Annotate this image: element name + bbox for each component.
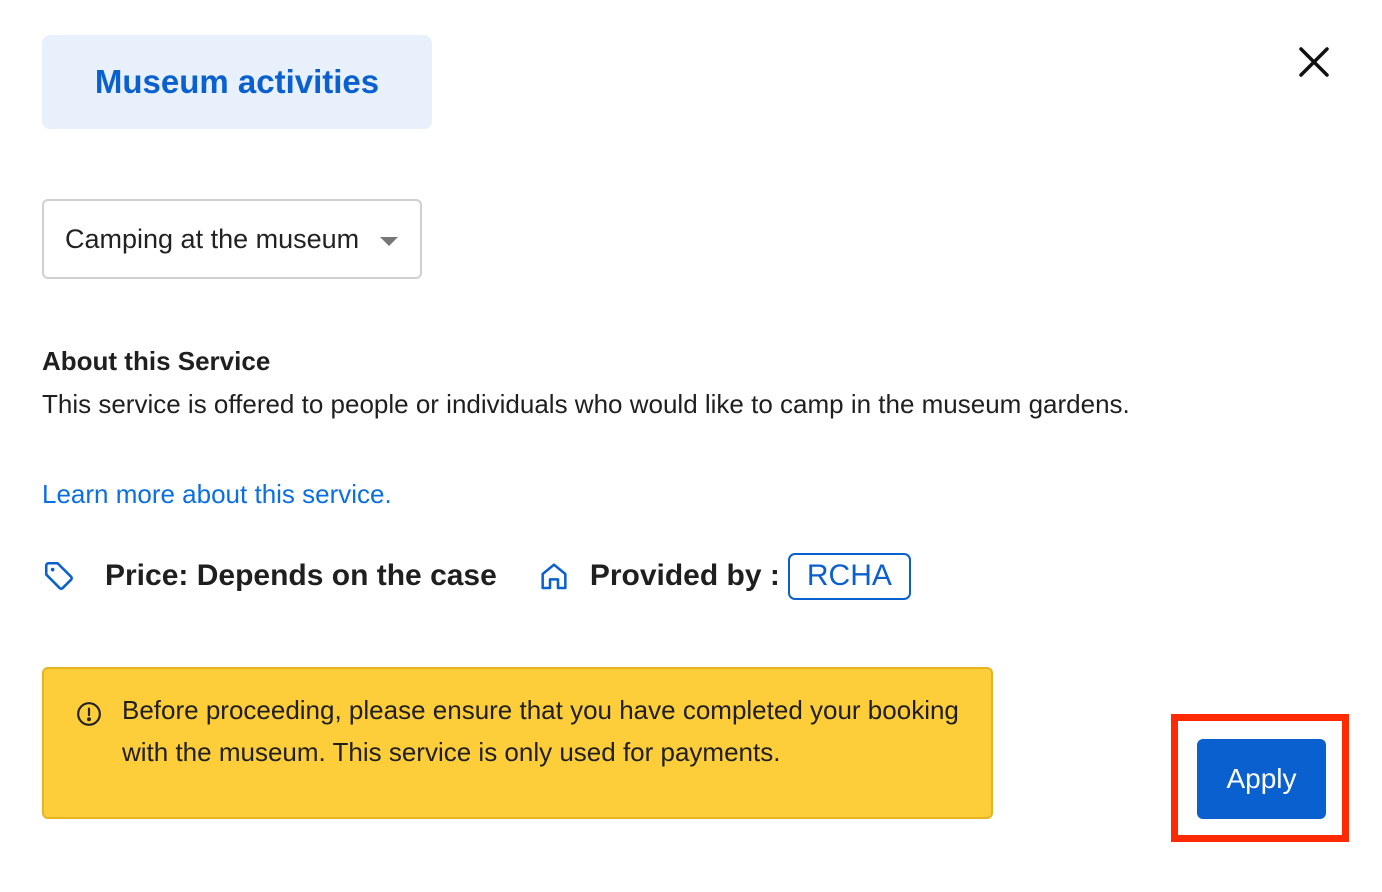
tag-icon xyxy=(42,559,76,593)
service-select-value: Camping at the museum xyxy=(65,223,360,254)
chevron-down-icon xyxy=(380,237,398,246)
service-dialog: Museum activities Camping at the museum … xyxy=(0,0,1382,892)
home-icon xyxy=(537,559,571,593)
info-icon xyxy=(77,702,101,726)
warning-notice: Before proceeding, please ensure that yo… xyxy=(42,667,993,819)
price-text: Price: Depends on the case xyxy=(105,559,497,592)
about-description: This service is offered to people or ind… xyxy=(42,389,1130,419)
provided-by-label: Provided by : xyxy=(589,559,780,592)
learn-more-link[interactable]: Learn more about this service. xyxy=(42,479,392,510)
close-button[interactable] xyxy=(1290,38,1338,86)
about-title: About this Service xyxy=(42,346,271,376)
service-meta: Price: Depends on the case Provided by :… xyxy=(42,552,911,600)
provider-badge[interactable]: RCHA xyxy=(787,552,911,600)
category-tab[interactable]: Museum activities xyxy=(42,35,432,129)
service-select[interactable]: Camping at the museum xyxy=(42,199,422,279)
close-icon xyxy=(1299,47,1329,77)
notice-text: Before proceeding, please ensure that yo… xyxy=(122,695,959,767)
apply-button[interactable]: Apply xyxy=(1197,739,1326,819)
category-label: Museum activities xyxy=(94,63,380,100)
